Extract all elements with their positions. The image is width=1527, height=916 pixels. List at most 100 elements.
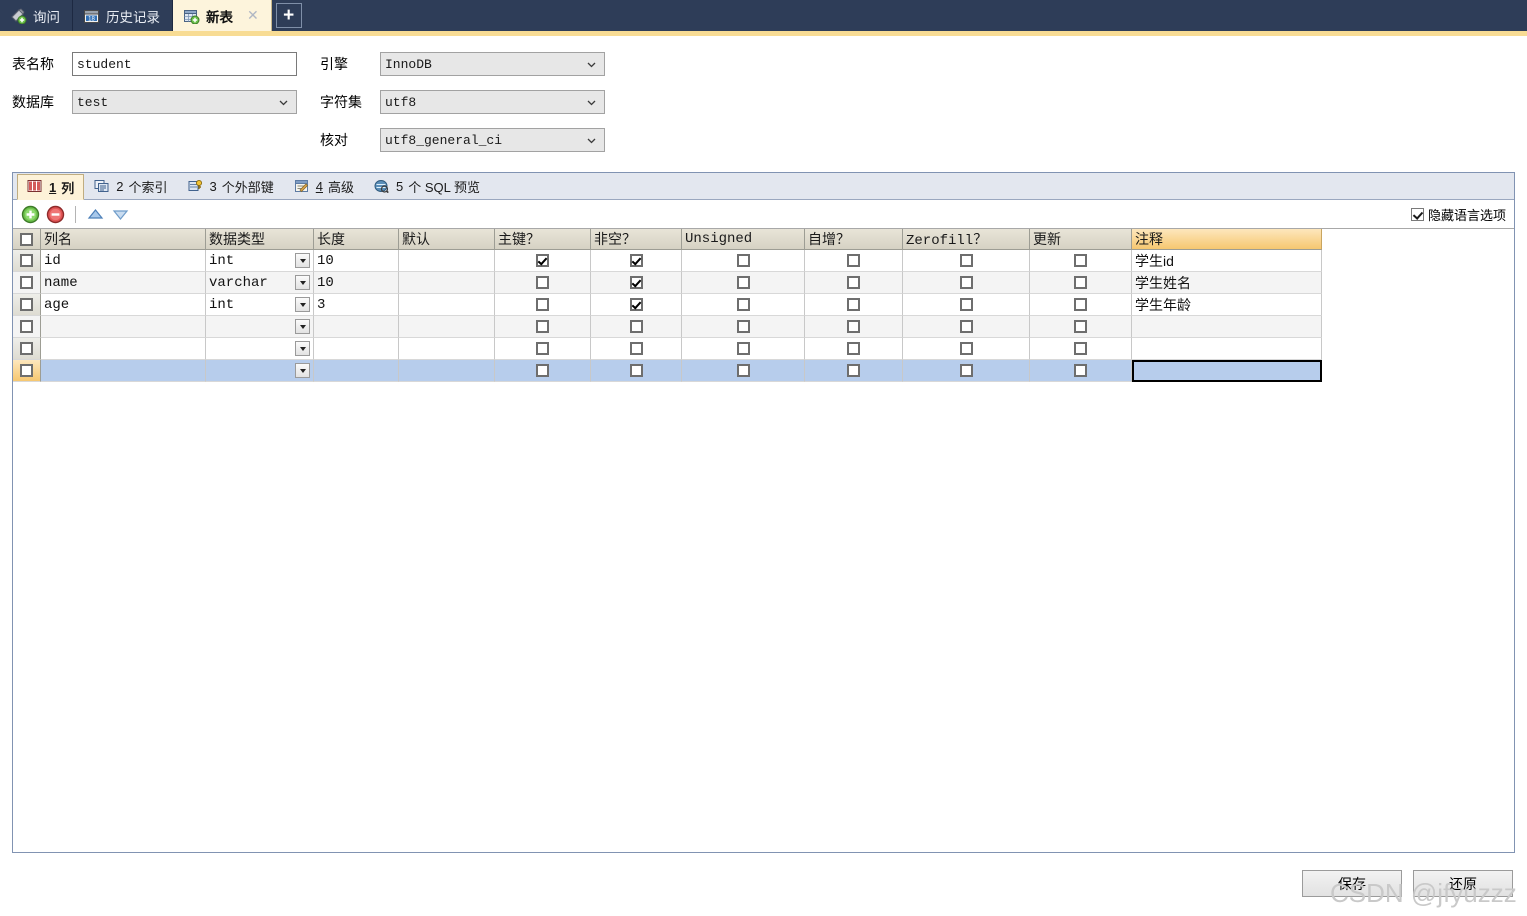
cell-default[interactable]: [399, 316, 495, 338]
cell-not-null[interactable]: [591, 250, 682, 272]
select-all-header[interactable]: [13, 229, 41, 250]
header-zerofill[interactable]: Zerofill？: [903, 229, 1030, 250]
data-type-dropdown-button[interactable]: [295, 363, 310, 378]
cell-zerofill[interactable]: [903, 294, 1030, 316]
cell-update[interactable]: [1030, 272, 1132, 294]
data-type-dropdown-button[interactable]: [295, 341, 310, 356]
header-column-name[interactable]: 列名: [41, 229, 206, 250]
cell-comment[interactable]: 学生年龄: [1132, 294, 1322, 316]
cell-default[interactable]: [399, 338, 495, 360]
cell-length[interactable]: 3: [314, 294, 399, 316]
cell-update[interactable]: [1030, 360, 1132, 382]
cell-zerofill[interactable]: [903, 360, 1030, 382]
cell-column-name[interactable]: [41, 316, 206, 338]
tab-query[interactable]: 询问: [0, 0, 73, 31]
cell-comment[interactable]: [1132, 360, 1322, 382]
table-row[interactable]: id int 10 学生id: [13, 250, 1514, 272]
cell-default[interactable]: [399, 294, 495, 316]
cell-auto-increment[interactable]: [805, 272, 903, 294]
row-select-cell[interactable]: [13, 272, 41, 294]
row-select-cell[interactable]: [13, 360, 41, 382]
cell-length[interactable]: [314, 316, 399, 338]
cell-primary-key[interactable]: [495, 316, 591, 338]
tab-new-table[interactable]: 新表 ✕: [173, 0, 272, 31]
close-icon[interactable]: ✕: [247, 7, 259, 24]
cell-primary-key[interactable]: [495, 250, 591, 272]
charset-select[interactable]: utf8: [380, 90, 605, 114]
header-data-type[interactable]: 数据类型: [206, 229, 314, 250]
hide-language-options-checkbox[interactable]: 隐藏语言选项: [1410, 205, 1506, 224]
cell-primary-key[interactable]: [495, 360, 591, 382]
save-button[interactable]: 保存: [1302, 870, 1402, 897]
remove-column-button[interactable]: [46, 205, 65, 224]
row-select-cell[interactable]: [13, 250, 41, 272]
cell-length[interactable]: 10: [314, 272, 399, 294]
header-not-null[interactable]: 非空？: [591, 229, 682, 250]
cell-zerofill[interactable]: [903, 316, 1030, 338]
cell-column-name[interactable]: age: [41, 294, 206, 316]
move-down-button[interactable]: [111, 205, 130, 224]
cell-unsigned[interactable]: [682, 294, 805, 316]
cell-update[interactable]: [1030, 250, 1132, 272]
cell-auto-increment[interactable]: [805, 316, 903, 338]
cell-auto-increment[interactable]: [805, 360, 903, 382]
database-select[interactable]: test: [72, 90, 297, 114]
header-default[interactable]: 默认: [399, 229, 495, 250]
table-row[interactable]: [13, 360, 1514, 382]
cell-primary-key[interactable]: [495, 338, 591, 360]
cell-unsigned[interactable]: [682, 360, 805, 382]
cell-unsigned[interactable]: [682, 272, 805, 294]
header-primary-key[interactable]: 主键？: [495, 229, 591, 250]
cell-comment[interactable]: 学生id: [1132, 250, 1322, 272]
cell-comment[interactable]: [1132, 316, 1322, 338]
header-length[interactable]: 长度: [314, 229, 399, 250]
table-row[interactable]: age int 3 学生年龄: [13, 294, 1514, 316]
cell-data-type[interactable]: varchar: [206, 272, 314, 294]
tab-history[interactable]: 18 历史记录: [73, 0, 173, 31]
cell-column-name[interactable]: name: [41, 272, 206, 294]
cell-column-name[interactable]: [41, 360, 206, 382]
data-type-dropdown-button[interactable]: [295, 319, 310, 334]
cell-unsigned[interactable]: [682, 316, 805, 338]
cell-auto-increment[interactable]: [805, 250, 903, 272]
data-type-dropdown-button[interactable]: [295, 253, 310, 268]
cell-auto-increment[interactable]: [805, 294, 903, 316]
header-comment[interactable]: 注释: [1132, 229, 1322, 250]
cell-zerofill[interactable]: [903, 250, 1030, 272]
table-row[interactable]: name varchar 10 学生姓名: [13, 272, 1514, 294]
cell-column-name[interactable]: [41, 338, 206, 360]
row-select-cell[interactable]: [13, 316, 41, 338]
data-type-dropdown-button[interactable]: [295, 275, 310, 290]
cell-zerofill[interactable]: [903, 338, 1030, 360]
cell-length[interactable]: 10: [314, 250, 399, 272]
tab-advanced[interactable]: 4 高级: [284, 173, 364, 199]
cell-data-type[interactable]: int: [206, 250, 314, 272]
cell-not-null[interactable]: [591, 294, 682, 316]
move-up-button[interactable]: [86, 205, 105, 224]
row-select-cell[interactable]: [13, 294, 41, 316]
cell-auto-increment[interactable]: [805, 338, 903, 360]
tab-foreign-keys[interactable]: 3 个外部键: [178, 173, 284, 199]
row-select-cell[interactable]: [13, 338, 41, 360]
table-row[interactable]: [13, 338, 1514, 360]
cell-update[interactable]: [1030, 338, 1132, 360]
header-unsigned[interactable]: Unsigned: [682, 229, 805, 250]
cell-length[interactable]: [314, 360, 399, 382]
cell-not-null[interactable]: [591, 338, 682, 360]
cell-update[interactable]: [1030, 294, 1132, 316]
cell-not-null[interactable]: [591, 316, 682, 338]
cell-comment[interactable]: [1132, 338, 1322, 360]
table-name-input[interactable]: student: [72, 52, 297, 76]
header-auto-increment[interactable]: 自增？: [805, 229, 903, 250]
cell-data-type[interactable]: [206, 360, 314, 382]
header-update[interactable]: 更新: [1030, 229, 1132, 250]
data-type-dropdown-button[interactable]: [295, 297, 310, 312]
cell-not-null[interactable]: [591, 272, 682, 294]
cell-zerofill[interactable]: [903, 272, 1030, 294]
tab-sql-preview[interactable]: 5 个 SQL 预览: [364, 173, 490, 199]
cell-unsigned[interactable]: [682, 338, 805, 360]
cell-update[interactable]: [1030, 316, 1132, 338]
add-column-button[interactable]: [21, 205, 40, 224]
cell-data-type[interactable]: [206, 338, 314, 360]
cell-default[interactable]: [399, 250, 495, 272]
